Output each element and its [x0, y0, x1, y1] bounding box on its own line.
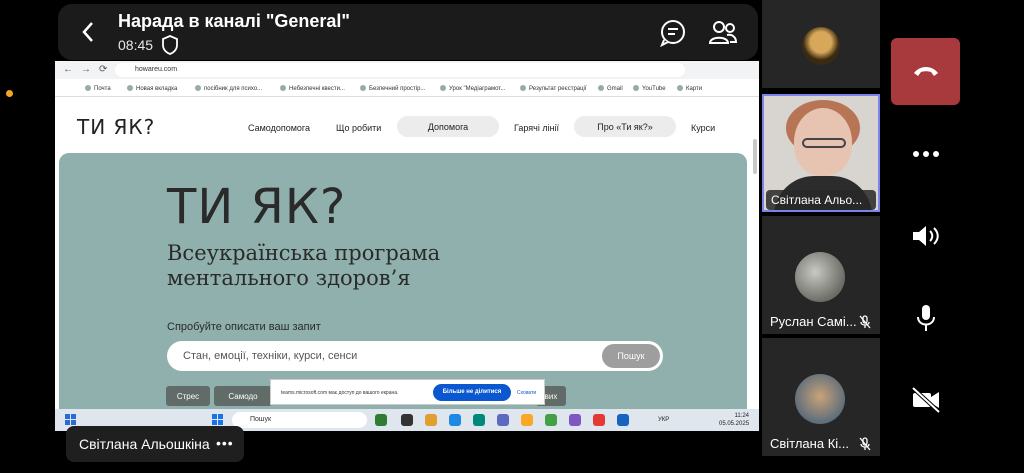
keyboard-language: УКР: [658, 417, 670, 423]
taskbar-app-icon: [449, 414, 461, 426]
hang-up-button[interactable]: [891, 38, 960, 105]
bookmarks-bar: Почта Новая вкладка посібник для психо..…: [55, 81, 759, 97]
taskbar-app-icon: [375, 414, 387, 426]
chat-icon[interactable]: [658, 18, 688, 48]
bookmark-item: Новая вкладка: [127, 85, 177, 92]
hero-subtitle: Всеукраїнська програма ментального здоро…: [167, 241, 441, 290]
windows-start-icon: [212, 414, 223, 425]
share-notice-text: teams.microsoft.com має доступ до вашого…: [281, 390, 399, 396]
meeting-title: Нарада в каналі "General": [118, 11, 350, 31]
browser-back-icon: ←: [63, 64, 73, 75]
taskbar-date: 05.05.2025: [719, 421, 750, 427]
stop-sharing-button: Більше не ділитися: [433, 384, 511, 401]
site-search-input: Стан, емоції, техніки, курси, сенси: [167, 341, 663, 371]
camera-off-icon: [911, 387, 941, 413]
more-actions-button[interactable]: [906, 136, 946, 172]
mic-off-icon: [859, 315, 871, 329]
taskbar-search: Пошук: [232, 412, 367, 428]
microphone-icon: [917, 305, 935, 331]
participant-name: Руслан Самі...: [770, 314, 857, 329]
topic-chip: Самодо: [214, 386, 272, 406]
participant-name: Світлана Альо...: [766, 190, 876, 210]
browser-reload-icon: ⟳: [99, 64, 108, 75]
meeting-header: Нарада в каналі "General" 08:45: [58, 4, 758, 60]
taskbar-app-icon: [545, 414, 557, 426]
presenter-name-tag[interactable]: Світлана Альошкіна •••: [66, 426, 244, 462]
status-dot: [6, 90, 13, 97]
participant-avatar: [802, 27, 840, 65]
bookmark-item: посібник для психо...: [195, 85, 262, 92]
topic-chip: Стрес: [166, 386, 210, 406]
glasses-shape: [802, 138, 846, 148]
bookmark-item: Gmail: [598, 85, 623, 92]
active-speaker-tile[interactable]: Світлана Альо...: [762, 94, 880, 212]
camera-button[interactable]: [906, 382, 946, 418]
meeting-duration: 08:45: [118, 37, 154, 53]
bookmark-item: Безпечний простір...: [360, 85, 425, 92]
shield-icon: [162, 35, 178, 55]
taskbar-app-icon: [473, 414, 485, 426]
mic-off-icon: [859, 437, 871, 451]
site-search-button: Пошук: [602, 344, 660, 368]
taskbar-app-icon: [593, 414, 605, 426]
speaker-icon: [913, 226, 939, 246]
site-logo: ТИ ЯК?: [77, 115, 156, 139]
taskbar-app-icon: [425, 414, 437, 426]
bookmark-item: Результат реєстрації: [520, 85, 587, 92]
participant-avatar: [795, 252, 845, 302]
browser-forward-icon: →: [81, 64, 91, 75]
taskbar-app-icon: [401, 414, 413, 426]
hero-logo: ТИ ЯК?: [167, 179, 347, 235]
participant-name: Світлана Кі...: [770, 436, 849, 451]
taskbar-app-icon: [521, 414, 533, 426]
bookmark-item: Карти: [677, 85, 702, 92]
bookmark-item: Урок "Медіаграмот...: [440, 85, 505, 92]
nav-self-help: Самодопомога: [248, 123, 311, 133]
bookmark-item: Почта: [85, 85, 111, 92]
nav-courses: Курси: [691, 123, 716, 133]
browser-toolbar: ← → ⟳ howareu.com: [55, 61, 759, 79]
windows-widgets-icon: [65, 414, 76, 425]
taskbar-app-icon: [617, 414, 629, 426]
nav-hotlines: Гарячі лінії: [514, 123, 560, 133]
participants-icon[interactable]: [708, 18, 738, 48]
page-scrollbar: [753, 139, 757, 174]
ellipsis-icon: [913, 151, 939, 157]
more-options-icon[interactable]: •••: [216, 435, 234, 451]
taskbar-app-icon: [497, 414, 509, 426]
site-navigation: ТИ ЯК? Самодопомога Що робити Допомога Г…: [55, 99, 759, 174]
nav-about: Про «Ти як?»: [574, 116, 676, 137]
taskbar-time: 11:24: [734, 413, 750, 419]
search-label: Спробуйте описати ваш запит: [167, 321, 321, 333]
phone-hangup-icon: [914, 67, 938, 76]
presenter-name: Світлана Альошкіна: [79, 436, 210, 452]
speaker-button[interactable]: [906, 218, 946, 254]
bookmark-item: YouTube: [633, 85, 666, 92]
back-button[interactable]: [74, 18, 102, 46]
participant-avatar: [795, 374, 845, 424]
shared-screen: ← → ⟳ howareu.com Почта Новая вкладка по…: [55, 61, 759, 431]
hide-notice-link: Сховати: [517, 390, 537, 396]
nav-help: Допомога: [397, 116, 499, 137]
microphone-button[interactable]: [906, 300, 946, 336]
address-bar: howareu.com: [115, 63, 685, 77]
bookmark-item: Небезпечні квести...: [280, 85, 345, 92]
chevron-left-icon: [82, 22, 93, 42]
nav-what-to-do: Що робити: [336, 123, 382, 133]
taskbar-app-icon: [569, 414, 581, 426]
taskbar-clock: 11:24 05.05.2025: [719, 412, 749, 428]
screen-share-notice: teams.microsoft.com має доступ до вашого…: [270, 379, 545, 405]
